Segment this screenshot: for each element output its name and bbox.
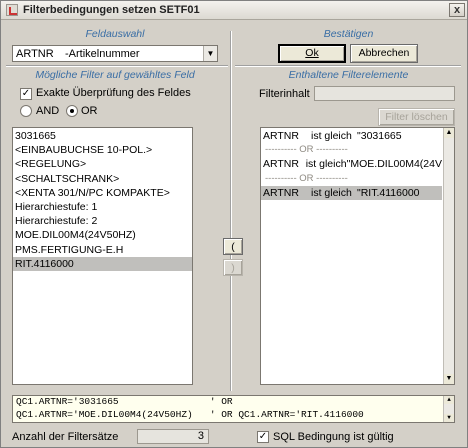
filter-loeschen-button[interactable]: Filter löschen — [378, 108, 455, 126]
list-item[interactable]: Hierarchiestufe: 2 — [13, 214, 192, 228]
or-radio[interactable] — [66, 105, 78, 117]
filter-dialog-window: Filterbedingungen setzen SETF01 x Feldau… — [0, 0, 468, 448]
or-separator[interactable]: ---------- OR ---------- — [261, 143, 442, 157]
filter-row[interactable]: ARTNR ist gleich "MOE.DIL00M4(24V — [261, 157, 442, 171]
exact-check-label: Exakte Überprüfung des Feldes — [36, 87, 191, 99]
sql-scrollbar[interactable]: ▲ ▼ — [443, 396, 454, 422]
filter-field: ARTNR — [263, 186, 299, 199]
title-bar[interactable]: Filterbedingungen setzen SETF01 x — [1, 1, 467, 20]
filter-row[interactable]: ARTNR ist gleich "3031665 — [261, 129, 442, 143]
combo-field-value: ARTNR — [16, 47, 54, 60]
sql-line: QC1.ARTNR='3031665 ' OR — [16, 396, 233, 407]
or-separator[interactable]: ---------- OR ---------- — [261, 172, 442, 186]
scroll-down-icon[interactable]: ▼ — [444, 414, 454, 422]
and-label: AND — [36, 105, 60, 117]
list-item[interactable]: Hierarchiestufe: 1 — [13, 200, 192, 214]
filter-value: "MOE.DIL00M4(24V — [346, 158, 442, 171]
sql-line: QC1.ARTNR='MOE.DIL00M4(24V50HZ) ' OR QC1… — [16, 408, 364, 420]
divider — [235, 65, 461, 67]
vertical-scrollbar[interactable]: ▲ ▼ — [443, 128, 454, 384]
exact-check-checkbox[interactable]: ✓ — [20, 88, 32, 100]
and-radio[interactable] — [20, 105, 32, 117]
list-item[interactable]: <EINBAUBUCHSE 10-POL.> — [13, 143, 192, 157]
chevron-down-icon[interactable]: ▼ — [203, 46, 217, 61]
ok-label: Ok — [305, 47, 319, 59]
filterinhalt-label: Filterinhalt — [259, 88, 310, 100]
window-title: Filterbedingungen setzen SETF01 — [23, 4, 200, 16]
close-paren-button[interactable]: ) — [223, 259, 243, 276]
filter-value: "3031665 — [357, 130, 402, 142]
list-item[interactable]: RIT.4116000 — [13, 256, 192, 271]
filter-op: ist gleich — [305, 158, 347, 171]
app-icon — [6, 4, 18, 16]
bestaetigen-group-title: Bestätigen — [323, 28, 374, 40]
list-item[interactable]: <SCHALTSCHRANK> — [13, 172, 192, 186]
possible-filter-list[interactable]: 3031665 <EINBAUBUCHSE 10-POL.> <REGELUNG> <… — [12, 127, 193, 385]
sql-valid-checkbox[interactable]: ✓ — [257, 431, 269, 443]
scroll-up-icon[interactable]: ▲ — [444, 128, 454, 138]
combo-field-description: -Artikelnummer — [65, 47, 140, 60]
sql-valid-label: SQL Bedingung ist gültig — [273, 431, 394, 443]
filter-field: ARTNR — [263, 158, 299, 171]
sql-preview-textarea[interactable]: QC1.ARTNR='3031665 ' OR QC1.ARTNR='MOE.D… — [12, 395, 455, 423]
list-item[interactable]: 3031665 — [13, 129, 192, 143]
filterinhalt-field[interactable] — [314, 86, 455, 101]
vertical-divider — [230, 31, 232, 391]
moegliche-filter-group-title: Mögliche Filter auf gewähltes Feld — [35, 69, 195, 81]
filter-op: ist gleich — [311, 186, 352, 199]
cancel-button[interactable]: Abbrechen — [350, 44, 418, 63]
or-label: OR — [81, 105, 98, 117]
ok-button[interactable]: Ok — [278, 44, 346, 63]
field-select-combobox[interactable]: ARTNR -Artikelnummer ▼ — [12, 45, 218, 62]
feldauswahl-group-title: Feldauswahl — [85, 28, 145, 40]
list-item[interactable]: MOE.DIL00M4(24V50HZ) — [13, 228, 192, 242]
filter-value: "RIT.4116000 — [357, 186, 420, 199]
list-item[interactable]: PMS.FERTIGUNG-E.H — [13, 243, 192, 257]
filter-row[interactable]: ARTNR ist gleich "RIT.4116000 — [261, 185, 442, 200]
divider — [6, 65, 228, 67]
filter-op: ist gleich — [311, 130, 352, 142]
scroll-down-icon[interactable]: ▼ — [444, 374, 454, 384]
list-item[interactable]: <XENTA 301/N/PC KOMPAKTE> — [13, 186, 192, 200]
enthaltene-group-title: Enthaltene Filterelemente — [288, 69, 409, 81]
contained-filter-list[interactable]: ARTNR ist gleich "3031665 ---------- OR ---… — [260, 127, 455, 385]
anzahl-value: 3 — [137, 429, 209, 444]
list-item[interactable]: <REGELUNG> — [13, 157, 192, 171]
close-button[interactable]: x — [449, 3, 465, 17]
filter-field: ARTNR — [263, 130, 299, 142]
scroll-up-icon[interactable]: ▲ — [444, 396, 454, 404]
open-paren-button[interactable]: ( — [223, 238, 243, 255]
anzahl-label: Anzahl der Filtersätze — [12, 431, 119, 443]
